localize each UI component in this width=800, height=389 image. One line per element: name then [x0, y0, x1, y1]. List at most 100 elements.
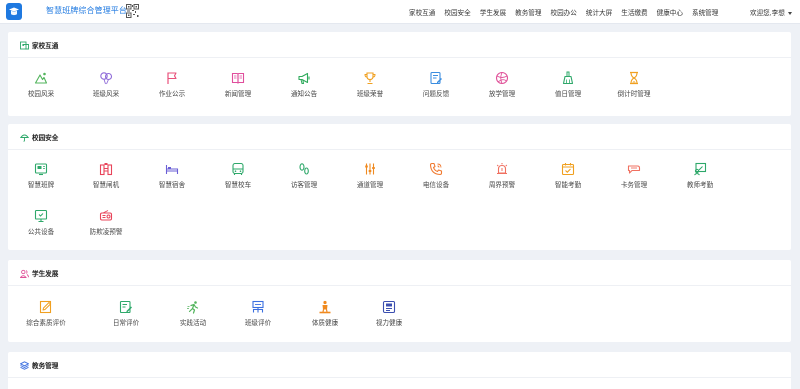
app-logo-icon[interactable] — [6, 3, 22, 20]
flag-icon — [167, 72, 177, 84]
user-menu[interactable]: 欢迎您,李想 — [750, 7, 792, 17]
tile-label: 通知公告 — [290, 91, 318, 98]
tile-label: 新闻管理 — [224, 91, 252, 98]
app-title: 智慧班牌综合管理平台 — [46, 6, 127, 15]
tile-dismissal-management[interactable]: 放学管理 — [469, 71, 535, 98]
tile-label: 值日管理 — [554, 91, 582, 98]
radio-icon — [99, 210, 113, 221]
tile-label: 校园风采 — [27, 91, 55, 98]
tile-news-management[interactable]: 新闻管理 — [205, 71, 271, 98]
bus-icon — [232, 162, 244, 175]
edit-note-icon — [119, 300, 132, 314]
qr-code-icon[interactable] — [126, 4, 139, 18]
bed-icon — [165, 165, 179, 174]
people-icon — [20, 269, 29, 278]
tile-label: 日常评价 — [112, 320, 140, 327]
book-icon — [231, 72, 245, 84]
tile-label: 视力健康 — [375, 320, 403, 327]
tile-public-device[interactable]: 公共设备 — [8, 209, 74, 236]
broom-icon — [562, 71, 574, 85]
tile-label: 访客管理 — [290, 182, 318, 189]
tile-card-management[interactable]: 卡务管理 — [601, 162, 667, 189]
gate-icon — [99, 163, 113, 176]
tile-label: 班级评价 — [244, 320, 272, 327]
caret-down-icon — [787, 11, 792, 15]
tile-notice-announcement[interactable]: 通知公告 — [271, 71, 337, 98]
section-academic-affairs: 教务管理 — [8, 352, 791, 389]
tile-label: 班级风采 — [92, 91, 120, 98]
tile-channel-management[interactable]: 通道管理 — [337, 162, 403, 189]
tile-label: 智慧校车 — [224, 182, 252, 189]
tile-label: 通道管理 — [356, 182, 384, 189]
divider — [8, 57, 791, 58]
tile-smart-attendance[interactable]: 智能考勤 — [535, 162, 601, 189]
nav-item-statistics-screen[interactable]: 统计大屏 — [586, 7, 612, 17]
tile-daily-evaluation[interactable]: 日常评价 — [93, 300, 159, 327]
tile-telecom-device[interactable]: 电信设备 — [403, 162, 469, 189]
nav-item-campus-safety[interactable]: 校园安全 — [444, 7, 470, 17]
tile-teacher-attendance[interactable]: 教师考勤 — [667, 162, 733, 189]
running-icon — [187, 301, 199, 314]
tile-label: 卡务管理 — [620, 182, 648, 189]
tile-comprehensive-evaluation[interactable]: 综合素质评价 — [13, 300, 79, 327]
nav-item-campus-office[interactable]: 校园办公 — [551, 7, 577, 17]
tile-label: 综合素质评价 — [26, 320, 66, 327]
card-icon — [627, 165, 641, 174]
tile-homework-notice[interactable]: 作业公示 — [139, 71, 205, 98]
tile-issue-feedback[interactable]: 问题反馈 — [403, 71, 469, 98]
edit-paper-icon — [39, 300, 52, 314]
tile-smart-class-board[interactable]: 智慧班牌 — [8, 162, 74, 189]
tile-class-evaluation[interactable]: 班级评价 — [225, 300, 291, 327]
megaphone-icon — [298, 72, 310, 84]
tile-label: 智慧班牌 — [27, 182, 55, 189]
tile-label: 放学管理 — [488, 91, 516, 98]
tile-practice-activity[interactable]: 实践活动 — [160, 300, 226, 327]
campus-style-icon — [34, 72, 48, 84]
tile-anti-bullying-alert[interactable]: 防欺凌预警 — [73, 209, 139, 236]
tile-visitor-management[interactable]: 访客管理 — [271, 162, 337, 189]
section-home-school: 家校互通 校园风采 班级风采 作业公示 新闻管理 通知公告 班级荣誉 问题反馈 … — [8, 32, 791, 116]
vision-icon — [382, 300, 396, 314]
tile-class-honor[interactable]: 班级荣誉 — [337, 71, 403, 98]
tile-label: 实践活动 — [179, 320, 207, 327]
tile-label: 体质健康 — [311, 320, 339, 327]
section-student-development: 学生发展 综合素质评价 日常评价 实践活动 班级评价 体质健康 视力健康 — [8, 260, 791, 342]
tile-label: 作业公示 — [158, 91, 186, 98]
divider — [8, 377, 791, 378]
section-header: 校园安全 — [20, 132, 58, 142]
monitor-icon — [34, 209, 48, 223]
footprint-icon — [299, 163, 309, 175]
tile-label: 智慧宿舍 — [158, 182, 186, 189]
tile-countdown-management[interactable]: 倒计时管理 — [601, 71, 667, 98]
layers-icon — [20, 360, 29, 370]
tile-physical-health[interactable]: 体质健康 — [292, 300, 358, 327]
nav-item-home-school[interactable]: 家校互通 — [409, 7, 435, 17]
tile-campus-style[interactable]: 校园风采 — [8, 71, 74, 98]
tile-smart-school-bus[interactable]: 智慧校车 — [205, 162, 271, 189]
tile-label: 电信设备 — [422, 182, 450, 189]
nav-item-academic-affairs[interactable]: 教务管理 — [515, 7, 541, 17]
nav-item-health-center[interactable]: 健康中心 — [657, 7, 683, 17]
section-header: 学生发展 — [20, 268, 58, 278]
nav-item-system-management[interactable]: 系统管理 — [692, 7, 718, 17]
tile-smart-dormitory[interactable]: 智慧宿舍 — [139, 162, 205, 189]
divider — [8, 285, 791, 286]
section-title: 校园安全 — [32, 135, 59, 142]
tile-class-style[interactable]: 班级风采 — [73, 71, 139, 98]
user-greeting: 欢迎您,李想 — [750, 10, 785, 17]
section-campus-safety: 校园安全 智慧班牌 智慧闸机 智慧宿舍 智慧校车 访客管理 通道管理 电信设备 … — [8, 124, 791, 250]
class-board-icon — [34, 163, 48, 176]
nav-item-life-payment[interactable]: 生活缴费 — [621, 7, 647, 17]
section-header: 家校互通 — [20, 40, 58, 50]
tile-vision-health[interactable]: 视力健康 — [356, 300, 422, 327]
top-header: 智慧班牌综合管理平台 家校互通 校园安全 学生发展 教务管理 校园办公 统计大屏… — [0, 0, 800, 24]
tile-duty-management[interactable]: 值日管理 — [535, 71, 601, 98]
tile-smart-gate[interactable]: 智慧闸机 — [73, 162, 139, 189]
tile-label: 智慧闸机 — [92, 182, 120, 189]
nav-item-student-development[interactable]: 学生发展 — [480, 7, 506, 17]
hourglass-icon — [630, 71, 638, 85]
fitness-icon — [319, 300, 331, 314]
tile-perimeter-alert[interactable]: 周界预警 — [469, 162, 535, 189]
calendar-check-icon — [561, 163, 575, 176]
tile-label: 公共设备 — [27, 229, 55, 236]
